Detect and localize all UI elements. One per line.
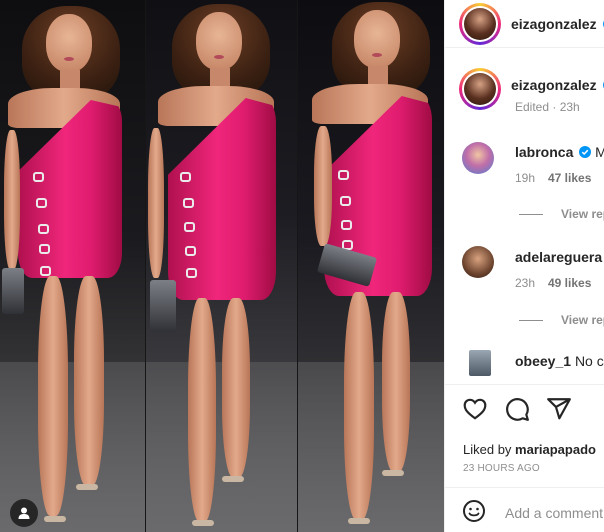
face: [46, 14, 92, 72]
comment-avatar[interactable]: [469, 350, 491, 376]
collage-panel-center: [146, 0, 298, 532]
post-image[interactable]: [0, 0, 444, 532]
arm: [148, 128, 164, 278]
heel: [222, 476, 244, 482]
comment-time[interactable]: 19h: [515, 171, 535, 185]
face: [196, 12, 242, 70]
comment-avatar[interactable]: [462, 142, 494, 174]
collage-panel-left: [0, 0, 146, 532]
collage-panel-right: [298, 0, 444, 532]
view-replies-line: [519, 320, 543, 321]
buckle: [338, 170, 349, 180]
buckle: [36, 198, 47, 208]
heel: [348, 518, 370, 524]
heel: [192, 520, 214, 526]
post-sidebar: eizagonzalez eizagonzalez Edited · 23h l…: [444, 0, 604, 532]
arm: [314, 126, 332, 246]
leg: [222, 298, 250, 478]
buckle: [39, 244, 50, 254]
post-header: eizagonzalez: [445, 0, 604, 48]
heel: [44, 516, 66, 522]
buckle: [33, 172, 44, 182]
verified-badge-icon: [579, 146, 592, 158]
liked-by-user[interactable]: mariapapado: [515, 442, 596, 457]
buckle: [180, 172, 191, 182]
buckle: [184, 222, 195, 232]
buckle: [186, 268, 197, 278]
leg: [38, 276, 68, 516]
lips: [214, 55, 224, 59]
clutch-bag: [150, 280, 176, 332]
buckle: [38, 224, 49, 234]
caption-username[interactable]: eizagonzalez: [511, 77, 597, 93]
lips: [372, 53, 382, 57]
smiley-icon[interactable]: [462, 499, 486, 523]
comment-likes[interactable]: 47 likes: [548, 171, 591, 185]
comment-body: M: [595, 144, 604, 160]
author-username[interactable]: eizagonzalez: [511, 16, 597, 32]
lips: [64, 57, 74, 61]
comment-bubble-icon[interactable]: [504, 396, 530, 422]
heel: [382, 470, 404, 476]
comment-username[interactable]: obeey_1: [515, 353, 571, 369]
comment-text: adelareguera: [515, 249, 602, 265]
buckle: [40, 266, 51, 276]
view-replies-line: [519, 214, 543, 215]
buckle: [183, 198, 194, 208]
leg: [188, 298, 216, 522]
edited-label: Edited: [515, 100, 550, 114]
author-avatar[interactable]: [459, 3, 501, 45]
face: [354, 10, 400, 68]
paper-plane-icon[interactable]: [546, 396, 572, 422]
comment-avatar[interactable]: [462, 246, 494, 278]
user-tag-button[interactable]: [10, 499, 38, 527]
leg: [74, 276, 104, 486]
arm: [4, 130, 20, 270]
comment-input[interactable]: Add a comment: [505, 505, 603, 521]
view-replies-button[interactable]: View rep: [561, 313, 604, 327]
post-actions: Liked by mariapapado 23 HOURS AGO: [445, 384, 604, 504]
comment-text: labronca M: [515, 144, 604, 160]
liked-by-prefix: Liked by: [463, 442, 512, 457]
comment-body: No ca: [574, 353, 604, 369]
add-comment-bar: Add a comment: [445, 487, 604, 532]
post-timestamp[interactable]: 23 HOURS AGO: [463, 463, 540, 474]
buckle: [185, 246, 196, 256]
buckle: [341, 220, 352, 230]
heel: [76, 484, 98, 490]
view-replies-button[interactable]: View rep: [561, 207, 604, 221]
leg: [344, 292, 374, 520]
liked-by: Liked by mariapapado: [463, 442, 596, 457]
heart-icon[interactable]: [462, 396, 488, 422]
comment-likes[interactable]: 49 likes: [548, 276, 591, 290]
caption-time[interactable]: 23h: [560, 100, 580, 114]
user-tag-icon: [18, 507, 30, 519]
caption-avatar[interactable]: [459, 68, 501, 110]
caption-meta: Edited · 23h: [515, 100, 580, 114]
clutch-bag: [2, 268, 24, 314]
comment-time[interactable]: 23h: [515, 276, 535, 290]
buckle: [340, 196, 351, 206]
comment-username[interactable]: labronca: [515, 144, 573, 160]
comment-username[interactable]: adelareguera: [515, 249, 602, 265]
leg: [382, 292, 410, 472]
comment-text: obeey_1 No ca: [515, 353, 604, 369]
